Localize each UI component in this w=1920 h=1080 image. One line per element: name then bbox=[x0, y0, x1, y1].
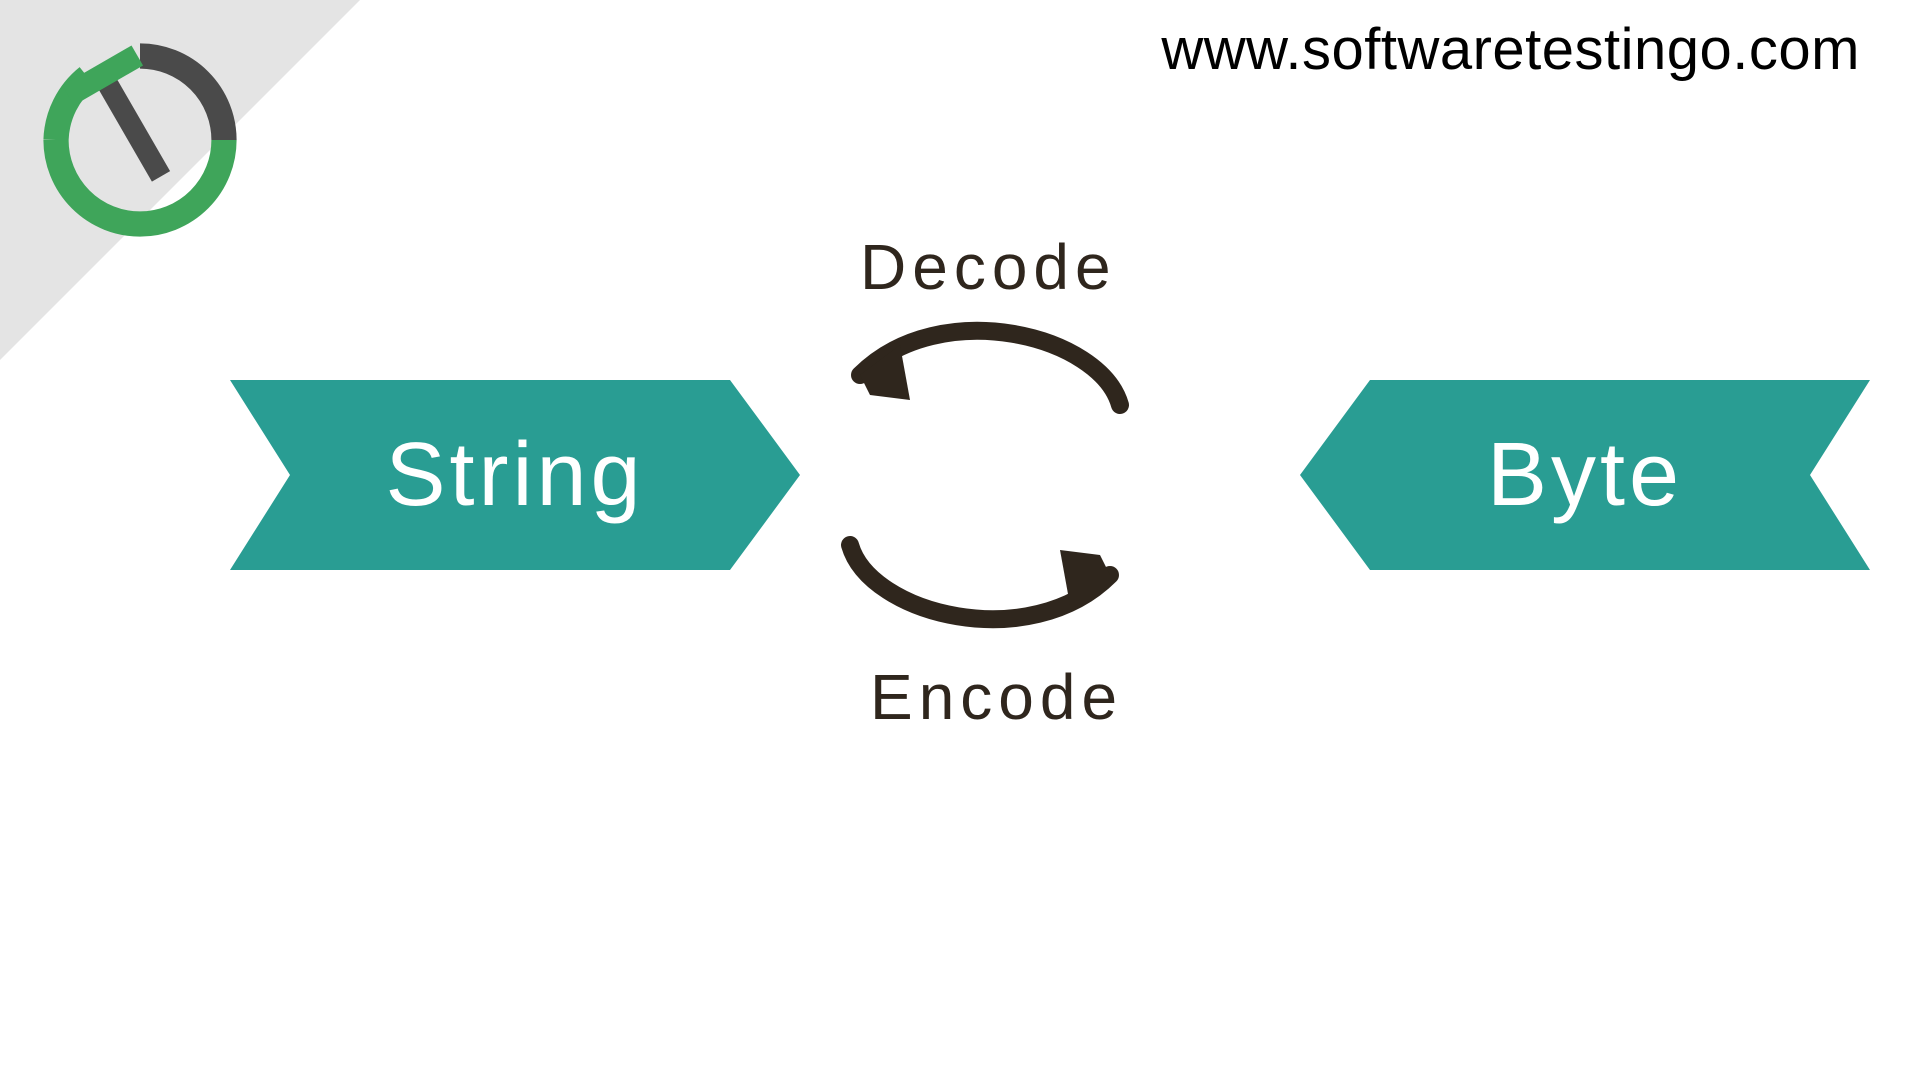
byte-box: Byte bbox=[1300, 380, 1870, 570]
brand-logo-icon bbox=[35, 35, 245, 245]
string-label: String bbox=[385, 424, 644, 527]
string-box: String bbox=[230, 380, 800, 570]
website-url: www.softwaretestingo.com bbox=[1161, 16, 1860, 83]
decode-label: Decode bbox=[860, 230, 1117, 304]
byte-label: Byte bbox=[1487, 424, 1683, 527]
encode-label: Encode bbox=[870, 660, 1123, 734]
cycle-arrows-icon bbox=[820, 305, 1150, 645]
